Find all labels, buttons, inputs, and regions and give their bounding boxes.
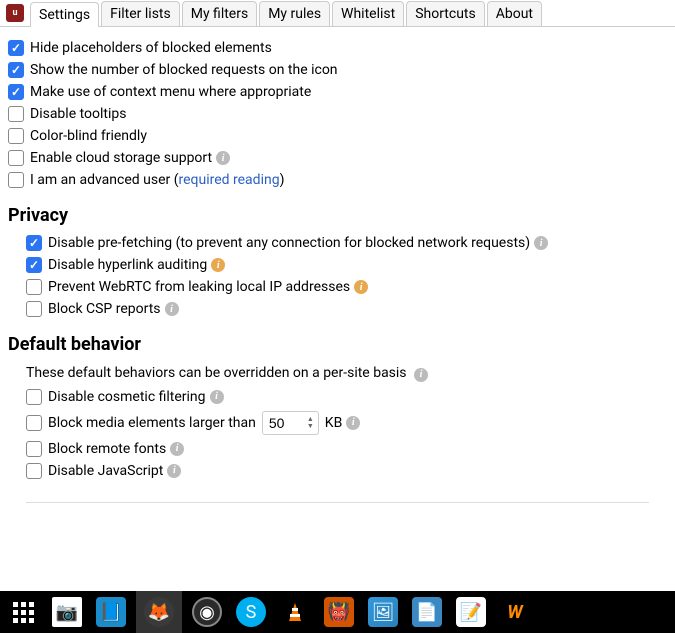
info-icon[interactable]: i xyxy=(534,236,548,250)
tab-settings[interactable]: Settings xyxy=(30,2,99,27)
option-csp: Block CSP reports i xyxy=(26,298,667,320)
tab-my-rules[interactable]: My rules xyxy=(259,1,330,26)
checkbox-disable-tooltips[interactable] xyxy=(8,106,24,122)
option-remote-fonts: Block remote fonts i xyxy=(26,438,667,460)
option-media: Block media elements larger than ▲▼ KB i xyxy=(26,408,667,438)
label-show-count: Show the number of blocked requests on t… xyxy=(30,62,338,78)
spinner-down-icon[interactable]: ▼ xyxy=(307,423,314,430)
label-media-suffix: KB xyxy=(325,415,343,431)
option-color-blind: Color-blind friendly xyxy=(8,125,667,147)
checkbox-color-blind[interactable] xyxy=(8,128,24,144)
info-icon[interactable]: i xyxy=(354,280,368,294)
info-icon[interactable]: i xyxy=(211,258,225,272)
label-advanced-user: I am an advanced user (required reading) xyxy=(30,172,284,188)
label-disable-tooltips: Disable tooltips xyxy=(30,106,126,122)
option-hide-placeholders: Hide placeholders of blocked elements xyxy=(8,37,667,59)
checkbox-javascript[interactable] xyxy=(26,463,42,479)
default-behavior-subtext: These default behaviors can be overridde… xyxy=(26,361,667,386)
app-orange-icon[interactable]: 👹 xyxy=(324,597,354,627)
label-javascript: Disable JavaScript xyxy=(48,463,163,479)
option-hyperlink: Disable hyperlink auditing i xyxy=(26,254,667,276)
label-webrtc: Prevent WebRTC from leaking local IP add… xyxy=(48,279,350,295)
label-cloud-storage: Enable cloud storage support xyxy=(30,150,212,166)
label-remote-fonts: Block remote fonts xyxy=(48,441,166,457)
label-hyperlink: Disable hyperlink auditing xyxy=(48,257,207,273)
option-show-count: Show the number of blocked requests on t… xyxy=(8,59,667,81)
spinner[interactable]: ▲▼ xyxy=(307,416,314,430)
advanced-suffix: ) xyxy=(280,172,285,188)
default-behavior-heading: Default behavior xyxy=(8,334,667,355)
option-context-menu: Make use of context menu where appropria… xyxy=(8,81,667,103)
info-icon[interactable]: i xyxy=(167,464,181,478)
tab-my-filters[interactable]: My filters xyxy=(182,1,257,26)
tab-about[interactable]: About xyxy=(487,1,542,26)
label-csp: Block CSP reports xyxy=(48,301,161,317)
checkbox-advanced-user[interactable] xyxy=(8,172,24,188)
checkbox-cosmetic[interactable] xyxy=(26,389,42,405)
checkbox-webrtc[interactable] xyxy=(26,279,42,295)
ublock-shield-icon: u xyxy=(6,4,24,22)
info-icon[interactable]: i xyxy=(346,416,360,430)
document-icon[interactable]: 📄 xyxy=(412,597,442,627)
skype-icon[interactable]: S xyxy=(236,597,266,627)
tab-bar: u Settings Filter lists My filters My ru… xyxy=(0,0,675,27)
label-cosmetic: Disable cosmetic filtering xyxy=(48,389,206,405)
option-javascript: Disable JavaScript i xyxy=(26,460,667,482)
label-hide-placeholders: Hide placeholders of blocked elements xyxy=(30,40,272,56)
option-prefetch: Disable pre-fetching (to prevent any con… xyxy=(26,232,667,254)
wx-icon[interactable]: W xyxy=(500,597,530,627)
checkbox-cloud-storage[interactable] xyxy=(8,150,24,166)
info-icon[interactable]: i xyxy=(414,368,428,382)
media-size-input-wrap: ▲▼ xyxy=(262,411,319,435)
label-color-blind: Color-blind friendly xyxy=(30,128,147,144)
apps-launcher-icon[interactable] xyxy=(8,597,38,627)
firefox-active-wrap: 🦊 xyxy=(136,591,182,633)
checkbox-context-menu[interactable] xyxy=(8,84,24,100)
firefox-icon[interactable]: 🦊 xyxy=(144,597,174,627)
option-cosmetic: Disable cosmetic filtering i xyxy=(26,386,667,408)
checkbox-hyperlink[interactable] xyxy=(26,257,42,273)
camera-icon[interactable]: 📷 xyxy=(52,597,82,627)
tab-filter-lists[interactable]: Filter lists xyxy=(101,1,180,26)
taskbar: 📷 📘 🦊 ◉ S 👹 🖼 📄 📝 W xyxy=(0,591,675,633)
checkbox-show-count[interactable] xyxy=(8,62,24,78)
checkbox-prefetch[interactable] xyxy=(26,235,42,251)
info-icon[interactable]: i xyxy=(216,151,230,165)
required-reading-link[interactable]: required reading xyxy=(179,172,280,188)
checkbox-hide-placeholders[interactable] xyxy=(8,40,24,56)
subtext-text: These default behaviors can be overridde… xyxy=(26,365,407,381)
tab-shortcuts[interactable]: Shortcuts xyxy=(406,1,485,26)
info-icon[interactable]: i xyxy=(170,442,184,456)
tab-whitelist[interactable]: Whitelist xyxy=(332,1,404,26)
screenshot-icon[interactable]: 🖼 xyxy=(368,597,398,627)
option-disable-tooltips: Disable tooltips xyxy=(8,103,667,125)
privacy-heading: Privacy xyxy=(8,205,667,226)
info-icon[interactable]: i xyxy=(165,302,179,316)
label-media-prefix: Block media elements larger than xyxy=(48,415,256,431)
settings-content: Hide placeholders of blocked elements Sh… xyxy=(0,27,675,513)
checkbox-csp[interactable] xyxy=(26,301,42,317)
notepad-icon[interactable]: 📝 xyxy=(456,597,486,627)
steam-icon[interactable]: ◉ xyxy=(192,597,222,627)
label-prefetch: Disable pre-fetching (to prevent any con… xyxy=(48,235,530,251)
divider xyxy=(26,502,649,503)
checkbox-media[interactable] xyxy=(26,415,42,431)
advanced-prefix: I am an advanced user ( xyxy=(30,172,179,188)
vlc-icon[interactable] xyxy=(280,597,310,627)
media-size-input[interactable] xyxy=(267,414,307,432)
option-cloud-storage: Enable cloud storage support i xyxy=(8,147,667,169)
option-advanced-user: I am an advanced user (required reading) xyxy=(8,169,667,191)
info-icon[interactable]: i xyxy=(210,390,224,404)
option-webrtc: Prevent WebRTC from leaking local IP add… xyxy=(26,276,667,298)
label-context-menu: Make use of context menu where appropria… xyxy=(30,84,311,100)
checkbox-remote-fonts[interactable] xyxy=(26,441,42,457)
app-icon[interactable]: 📘 xyxy=(96,597,126,627)
